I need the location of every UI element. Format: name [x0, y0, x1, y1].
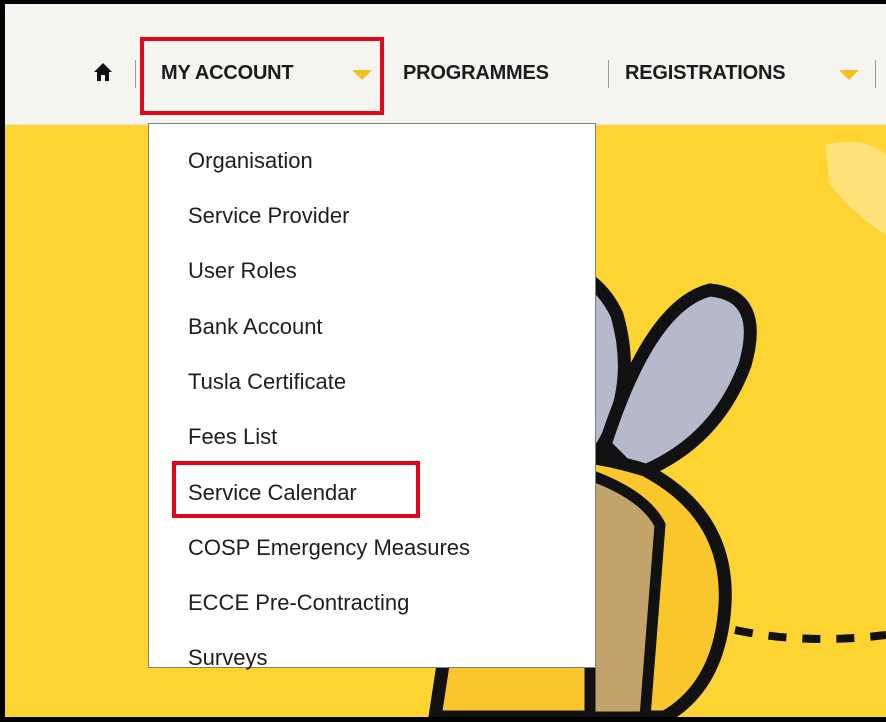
menu-item-fees-list[interactable]: Fees List — [188, 424, 277, 450]
top-navigation-bar: MY ACCOUNT PROGRAMMES REGISTRATIONS — [5, 4, 886, 125]
nav-separator — [875, 60, 876, 88]
menu-item-user-roles[interactable]: User Roles — [188, 258, 297, 284]
menu-item-service-provider[interactable]: Service Provider — [188, 203, 349, 229]
screenshot-frame: MY ACCOUNT PROGRAMMES REGISTRATIONS Orga… — [5, 4, 886, 717]
menu-item-organisation[interactable]: Organisation — [188, 148, 313, 174]
menu-item-ecce-pre-contracting[interactable]: ECCE Pre-Contracting — [188, 590, 409, 616]
nav-separator — [608, 60, 609, 88]
my-account-dropdown-menu: Organisation Service Provider User Roles… — [148, 123, 596, 671]
menu-item-bank-account[interactable]: Bank Account — [188, 314, 323, 340]
background-highlight — [825, 141, 886, 235]
bee-stripe-icon — [584, 467, 666, 717]
menu-item-surveys[interactable]: Surveys — [188, 645, 267, 671]
menu-item-tusla-certificate[interactable]: Tusla Certificate — [188, 369, 346, 395]
nav-separator — [135, 60, 136, 88]
registrations-caret-icon[interactable] — [839, 70, 859, 80]
bee-wing-icon — [597, 283, 757, 483]
my-account-highlight — [140, 37, 384, 115]
nav-programmes[interactable]: PROGRAMMES — [403, 61, 549, 85]
nav-registrations[interactable]: REGISTRATIONS — [625, 61, 786, 85]
flight-path-icon — [734, 626, 886, 643]
home-icon[interactable] — [93, 62, 113, 82]
service-calendar-highlight — [172, 461, 420, 518]
menu-item-cosp-emergency-measures[interactable]: COSP Emergency Measures — [188, 535, 470, 561]
